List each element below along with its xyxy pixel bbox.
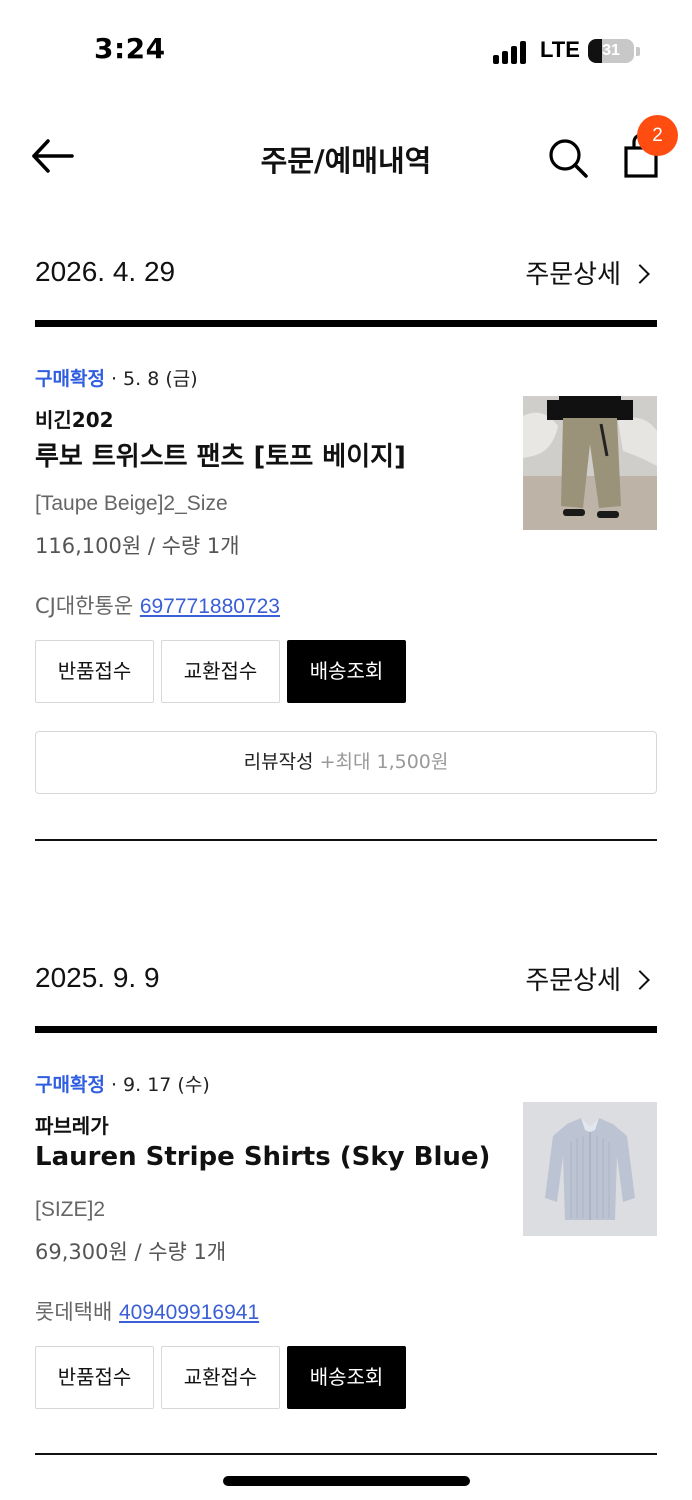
status-bar: 3:24 LTE 31: [0, 0, 692, 100]
carrier-name: 롯데택배: [35, 1300, 113, 1324]
order-detail-label: 주문상세: [525, 966, 621, 996]
write-review-button[interactable]: 리뷰작성 +최대 1,500원: [35, 731, 657, 794]
status-date: · 9. 17 (수): [104, 1074, 210, 1096]
chevron-right-icon: [630, 970, 650, 990]
order-status: 구매확정 · 5. 8 (금): [35, 364, 198, 391]
track-shipment-button[interactable]: 배송조회: [287, 1346, 406, 1409]
review-label: 리뷰작성: [243, 751, 314, 773]
carrier-name: CJ대한통운: [35, 594, 134, 618]
order-actions: 반품접수 교환접수 배송조회: [35, 640, 657, 703]
product-image-shirt[interactable]: [523, 1102, 657, 1236]
order-date: 2026. 4. 29: [35, 256, 176, 287]
tracking-number-link[interactable]: 697771880723: [140, 595, 280, 618]
order-detail-link[interactable]: 주문상세: [525, 254, 650, 291]
brand-name[interactable]: 비긴202: [35, 404, 114, 433]
return-request-button[interactable]: 반품접수: [35, 1346, 154, 1409]
search-icon: [549, 139, 588, 178]
order-card: 2026. 4. 29 주문상세 구매확정 · 5. 8 (금) 비긴202 루…: [35, 240, 657, 841]
product-option: [Taupe Beige]2_Size: [35, 492, 228, 515]
status-badge: 구매확정: [35, 1074, 105, 1096]
section-divider: [35, 839, 657, 841]
nav-header: 주문/예매내역: [0, 110, 692, 200]
status-date: · 5. 8 (금): [104, 368, 198, 390]
product-image-pants[interactable]: [523, 396, 657, 530]
product-name[interactable]: Lauren Stripe Shirts (Sky Blue): [35, 1142, 490, 1172]
search-button[interactable]: [546, 136, 590, 180]
home-indicator[interactable]: [223, 1476, 470, 1486]
product-option: [SIZE]2: [35, 1198, 106, 1221]
order-divider: [35, 320, 657, 327]
chevron-right-icon: [630, 264, 650, 284]
order-header: 2026. 4. 29 주문상세: [35, 240, 657, 310]
price-quantity: 116,100원 / 수량 1개: [35, 534, 240, 558]
review-bonus: +최대 1,500원: [319, 751, 449, 773]
return-request-button[interactable]: 반품접수: [35, 640, 154, 703]
battery-icon: 31: [588, 39, 634, 63]
tracking-number-link[interactable]: 409409916941: [119, 1301, 259, 1324]
order-card: 2025. 9. 9 주문상세 구매확정 · 9. 17 (수) 파브레가 La…: [35, 946, 657, 1455]
battery-level: 31: [602, 42, 620, 59]
shipping-info: 롯데택배 409409916941: [35, 1296, 259, 1326]
network-label: LTE: [540, 37, 580, 62]
price-quantity: 69,300원 / 수량 1개: [35, 1240, 227, 1264]
track-shipment-button[interactable]: 배송조회: [287, 640, 406, 703]
order-actions: 반품접수 교환접수 배송조회: [35, 1346, 657, 1409]
cart-count-badge: 2: [637, 115, 678, 156]
brand-name[interactable]: 파브레가: [35, 1110, 109, 1139]
battery-cap: [636, 47, 640, 56]
status-time: 3:24: [94, 32, 166, 65]
order-detail-link[interactable]: 주문상세: [525, 960, 650, 997]
exchange-request-button[interactable]: 교환접수: [161, 640, 280, 703]
signal-strength-icon: [493, 40, 529, 64]
order-detail-label: 주문상세: [525, 260, 621, 290]
exchange-request-button[interactable]: 교환접수: [161, 1346, 280, 1409]
order-divider: [35, 1026, 657, 1033]
order-date: 2025. 9. 9: [35, 962, 160, 993]
section-divider: [35, 1453, 657, 1455]
status-badge: 구매확정: [35, 368, 105, 390]
order-status: 구매확정 · 9. 17 (수): [35, 1070, 210, 1097]
shipping-info: CJ대한통운 697771880723: [35, 590, 280, 620]
product-name[interactable]: 루보 트위스트 팬츠 [토프 베이지]: [35, 436, 406, 473]
order-header: 2025. 9. 9 주문상세: [35, 946, 657, 1016]
